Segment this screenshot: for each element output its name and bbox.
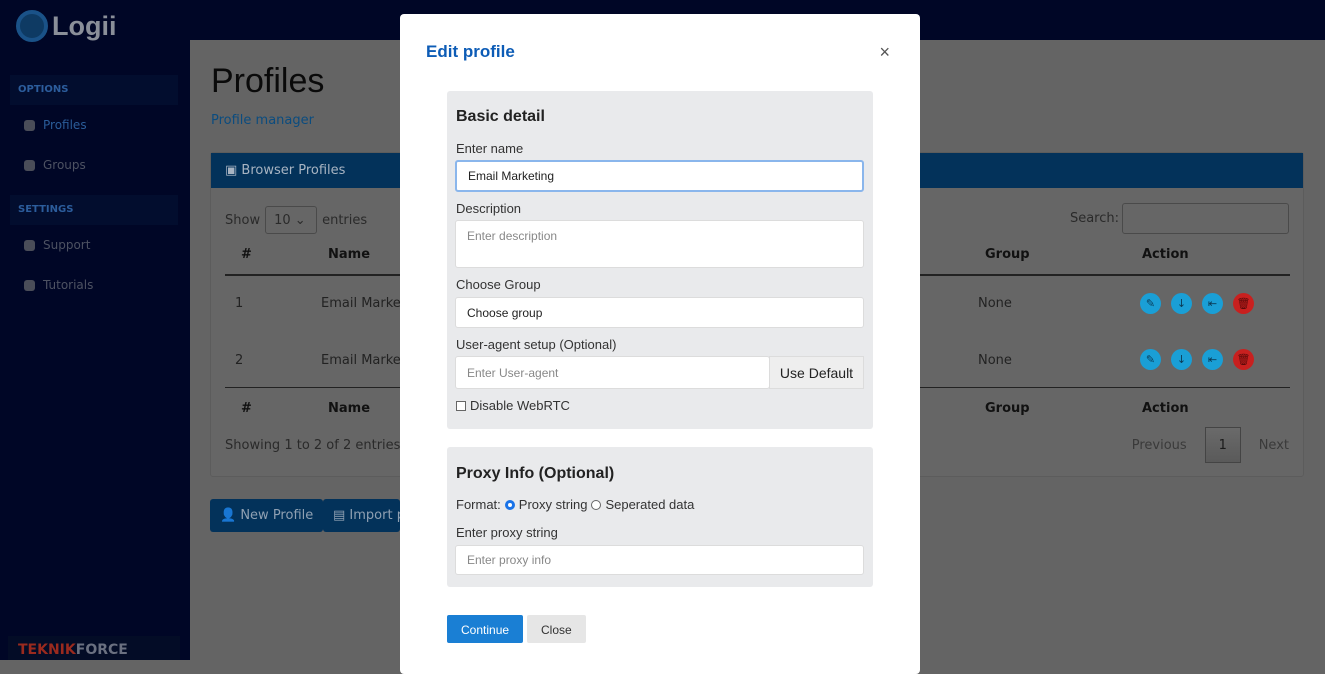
group-label: Choose Group [456,277,541,292]
disable-webrtc-checkbox[interactable]: Disable WebRTC [456,398,570,413]
table-info: Showing 1 to 2 of 2 entries [225,438,401,453]
foot-num: # [241,401,252,416]
users-icon [24,159,35,171]
col-num[interactable]: # [241,247,252,262]
support-icon [24,239,35,251]
modal-title: Edit profile [426,42,515,61]
cell-name: Email Market [321,296,406,311]
prev-button[interactable]: Previous [1132,438,1187,453]
teknikforce-logo: TEKNIKFORCE [8,636,180,660]
logo-icon [16,10,48,42]
sidebar-item-groups[interactable]: Groups [24,158,86,172]
group-select[interactable]: Choose group [455,297,864,328]
trash-icon[interactable]: 🗑 [1233,349,1254,370]
page-1-button[interactable]: 1 [1204,427,1241,463]
table-search: Search: [1070,203,1289,234]
logo: Logii [16,10,116,42]
download-icon[interactable]: ↓ [1171,349,1192,370]
map-icon [24,279,35,291]
continue-button[interactable]: Continue [447,615,524,643]
close-icon[interactable]: × [879,42,890,63]
close-button[interactable]: Close [527,615,586,643]
edit-profile-modal: Edit profile × Basic detail Enter name E… [400,14,920,674]
user-icon [24,119,35,131]
sidebar-item-profiles[interactable]: Profiles [24,118,87,132]
sidebar: Logii OPTIONS Profiles Groups SETTINGS S… [0,0,190,660]
description-textarea[interactable]: Enter description [455,220,864,268]
proxy-input[interactable]: Enter proxy info [455,545,864,575]
proxy-string-radio[interactable] [504,499,515,510]
foot-group: Group [985,401,1030,416]
cell-num: 2 [235,353,244,368]
row-actions: ✎ ↓ ⇤ 🗑 [1140,293,1254,314]
logo-text: Logii [52,10,117,41]
cell-name: Email Market [321,353,406,368]
name-label: Enter name [456,141,524,156]
sidebar-item-label: Groups [43,158,86,172]
entries-select[interactable]: 10 ⌄ [265,206,318,234]
checkbox[interactable] [456,400,466,411]
sidebar-item-tutorials[interactable]: Tutorials [24,278,93,292]
launch-icon[interactable]: ⇤ [1202,293,1223,314]
col-name[interactable]: Name [328,247,370,262]
import-button[interactable]: ▤ Import p [323,499,400,532]
launch-icon[interactable]: ⇤ [1202,349,1223,370]
cell-group: None [978,353,1012,368]
foot-name: Name [328,401,371,416]
name-input[interactable]: Email Marketing [455,160,864,192]
row-actions: ✎ ↓ ⇤ 🗑 [1140,349,1254,370]
sidebar-item-label: Support [43,238,91,252]
useragent-label: User-agent setup (Optional) [456,337,617,352]
section-options: OPTIONS [10,75,178,105]
separated-data-radio[interactable] [591,499,602,510]
sidebar-item-label: Profiles [43,118,87,132]
foot-action: Action [1142,401,1189,416]
section-settings: SETTINGS [10,195,178,225]
pagination: Previous 1 Next [1132,427,1289,463]
proxy-string-label: Enter proxy string [456,525,558,540]
basic-detail-panel: Basic detail Enter name Email Marketing … [447,91,873,429]
page-title: Profiles [211,62,325,100]
cell-num: 1 [235,296,244,311]
useragent-input[interactable]: Enter User-agent [455,356,770,389]
proxy-panel: Proxy Info (Optional) Format: Proxy strin… [447,447,873,587]
trash-icon[interactable]: 🗑 [1233,293,1254,314]
card-title: Browser Profiles [241,163,346,178]
page-subtitle: Profile manager [211,113,314,128]
basic-heading: Basic detail [456,108,545,125]
cell-group: None [978,296,1012,311]
col-group[interactable]: Group [985,247,1030,262]
download-icon[interactable]: ↓ [1171,293,1192,314]
edit-icon[interactable]: ✎ [1140,293,1161,314]
sidebar-item-label: Tutorials [43,278,94,292]
new-profile-button[interactable]: 👤 New Profile [210,499,324,532]
search-input[interactable] [1122,203,1289,234]
format-options: Format: Proxy string Seperated data [456,497,695,512]
description-label: Description [456,201,522,216]
next-button[interactable]: Next [1259,438,1289,453]
use-default-button[interactable]: Use Default [769,356,864,389]
proxy-heading: Proxy Info (Optional) [456,465,615,482]
col-action[interactable]: Action [1142,247,1189,262]
entries-length: Show 10 ⌄ entries [225,206,367,234]
sidebar-item-support[interactable]: Support [24,238,90,252]
edit-icon[interactable]: ✎ [1140,349,1161,370]
